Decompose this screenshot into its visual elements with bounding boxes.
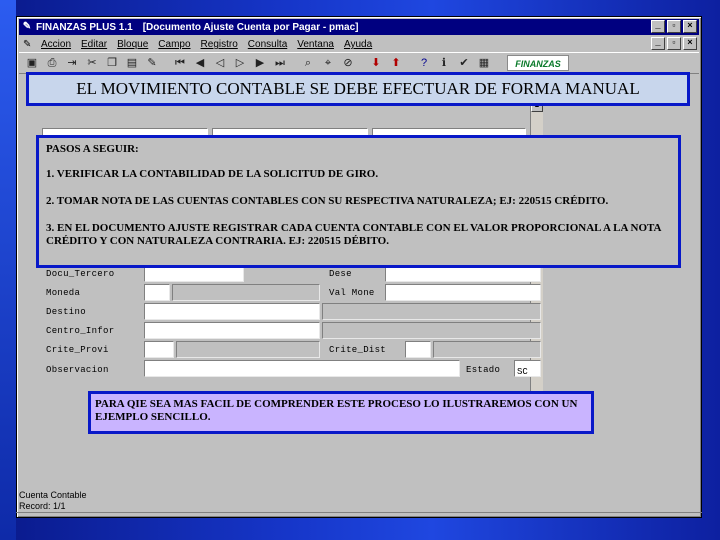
info-icon[interactable]: ℹ bbox=[435, 54, 453, 72]
label-crite-provi: Crite_Provi bbox=[46, 345, 109, 355]
close-button[interactable]: × bbox=[683, 20, 697, 33]
menu-bloque[interactable]: Bloque bbox=[117, 39, 148, 50]
note-text: PARA QIE SEA MAS FACIL DE COMPRENDER EST… bbox=[95, 398, 578, 423]
estado-field[interactable]: SC bbox=[514, 360, 541, 377]
doc-close-button[interactable]: × bbox=[683, 37, 697, 50]
steps-heading: PASOS A SEGUIR: bbox=[46, 143, 139, 155]
print-icon[interactable]: ⎙ bbox=[43, 54, 61, 72]
edit-icon[interactable]: ✎ bbox=[143, 54, 161, 72]
app-icon: ✎ bbox=[22, 21, 32, 32]
first-record-icon[interactable]: ⏮ bbox=[171, 54, 189, 72]
centro-infor-description-field bbox=[322, 322, 541, 339]
moneda-code-field[interactable] bbox=[144, 284, 170, 301]
maximize-button[interactable]: ▫ bbox=[667, 20, 681, 33]
title-bar: ✎ FINANZAS PLUS 1.1 [Documento Ajuste Cu… bbox=[19, 19, 699, 35]
minimize-button[interactable]: _ bbox=[651, 20, 665, 33]
copy-icon[interactable]: ❐ bbox=[103, 54, 121, 72]
menu-consulta[interactable]: Consulta bbox=[248, 39, 287, 50]
destino-description-field bbox=[322, 303, 541, 320]
headline-banner: EL MOVIMIENTO CONTABLE SE DEBE EFECTUAR … bbox=[26, 72, 690, 106]
delete-record-icon[interactable]: ⬆ bbox=[387, 54, 405, 72]
previous-record-icon[interactable]: ◁ bbox=[211, 54, 229, 72]
status-bar: Cuenta Contable Record: 1/1 bbox=[16, 490, 702, 518]
doc-minimize-button[interactable]: _ bbox=[651, 37, 665, 50]
label-crite-dist: Crite_Dist bbox=[329, 345, 387, 355]
previous-block-icon[interactable]: ◀ bbox=[191, 54, 209, 72]
menu-registro[interactable]: Registro bbox=[201, 39, 238, 50]
observacion-field[interactable] bbox=[144, 360, 460, 377]
menu-accion[interactable]: Accion bbox=[41, 39, 71, 50]
note-callout: PARA QIE SEA MAS FACIL DE COMPRENDER EST… bbox=[88, 391, 594, 434]
enter-query-icon[interactable]: ⌕ bbox=[299, 54, 317, 72]
crite-dist-field[interactable] bbox=[405, 341, 431, 358]
crite-dist-description-field bbox=[433, 341, 541, 358]
label-estado: Estado bbox=[466, 365, 501, 375]
crite-provi-field[interactable] bbox=[144, 341, 174, 358]
menu-campo[interactable]: Campo bbox=[158, 39, 190, 50]
save-icon[interactable]: ▣ bbox=[23, 54, 41, 72]
document-icon: ✎ bbox=[23, 39, 32, 50]
slide-background-stripe bbox=[0, 0, 16, 540]
centro-infor-field[interactable] bbox=[144, 322, 320, 339]
last-record-icon[interactable]: ⏭ bbox=[271, 54, 289, 72]
label-destino: Destino bbox=[46, 307, 86, 317]
tools-icon[interactable]: ✔ bbox=[455, 54, 473, 72]
exit-icon[interactable]: ⇥ bbox=[63, 54, 81, 72]
next-block-icon[interactable]: ▶ bbox=[251, 54, 269, 72]
status-record-count: Record: 1/1 bbox=[19, 501, 66, 511]
val-mone-field[interactable] bbox=[385, 284, 541, 301]
moneda-description-field bbox=[172, 284, 320, 301]
menu-editar[interactable]: Editar bbox=[81, 39, 107, 50]
paste-icon[interactable]: ▤ bbox=[123, 54, 141, 72]
step-3: 3. EN EL DOCUMENTO AJUSTE REGISTRAR CADA… bbox=[46, 222, 661, 247]
destino-field[interactable] bbox=[144, 303, 320, 320]
insert-record-icon[interactable]: ⬇ bbox=[367, 54, 385, 72]
cancel-query-icon[interactable]: ⊘ bbox=[339, 54, 357, 72]
execute-query-icon[interactable]: ⌖ bbox=[319, 54, 337, 72]
label-moneda: Moneda bbox=[46, 288, 81, 298]
help-icon[interactable]: ? bbox=[415, 54, 433, 72]
label-observacion: Observacion bbox=[46, 365, 109, 375]
cut-icon[interactable]: ✂ bbox=[83, 54, 101, 72]
estado-value: SC bbox=[517, 367, 528, 377]
label-centro-infor: Centro_Infor bbox=[46, 326, 115, 336]
label-docu-tercero: Docu_Tercero bbox=[46, 269, 115, 279]
label-dese: Dese bbox=[329, 269, 352, 279]
doc-restore-button[interactable]: ▫ bbox=[667, 37, 681, 50]
status-field-name: Cuenta Contable bbox=[19, 490, 87, 500]
calendar-icon[interactable]: ▦ bbox=[475, 54, 493, 72]
crite-provi-description-field bbox=[176, 341, 320, 358]
app-title: FINANZAS PLUS 1.1 bbox=[36, 21, 133, 33]
step-1: 1. VERIFICAR LA CONTABILIDAD DE LA SOLIC… bbox=[46, 168, 379, 180]
headline-text: EL MOVIMIENTO CONTABLE SE DEBE EFECTUAR … bbox=[76, 79, 640, 98]
menu-bar: ✎ Accion Editar Bloque Campo Registro Co… bbox=[19, 36, 699, 53]
label-val-mone: Val Mone bbox=[329, 288, 375, 298]
menu-ventana[interactable]: Ventana bbox=[297, 39, 334, 50]
finanzas-logo: FINANZAS bbox=[507, 55, 569, 71]
toolbar: ▣ ⎙ ⇥ ✂ ❐ ▤ ✎ ⏮ ◀ ◁ ▷ ▶ ⏭ ⌕ ⌖ ⊘ ⬇ ⬆ ? ℹ … bbox=[19, 52, 699, 74]
step-2: 2. TOMAR NOTA DE LAS CUENTAS CONTABLES C… bbox=[46, 195, 609, 207]
steps-panel: PASOS A SEGUIR: 1. VERIFICAR LA CONTABIL… bbox=[36, 135, 681, 268]
next-record-icon[interactable]: ▷ bbox=[231, 54, 249, 72]
document-title: [Documento Ajuste Cuenta por Pagar - pma… bbox=[142, 21, 359, 33]
menu-ayuda[interactable]: Ayuda bbox=[344, 39, 372, 50]
